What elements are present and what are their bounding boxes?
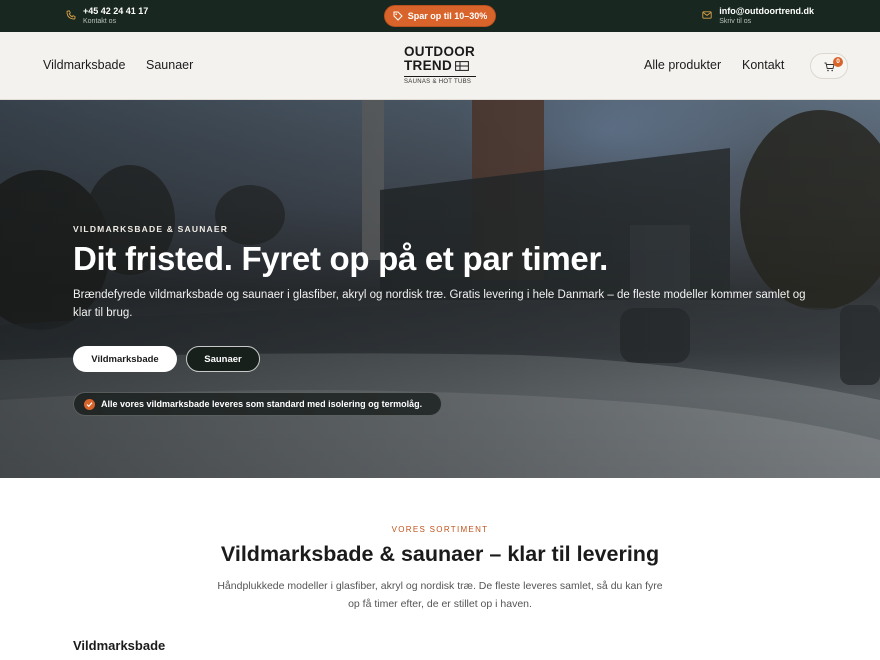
promo-text: Spar op til 10–30%: [407, 11, 488, 21]
logo-line-2: TREND: [404, 58, 452, 73]
hero-button-saunaer[interactable]: Saunaer: [186, 346, 260, 372]
main-nav: Vildmarksbade Saunaer OUTDOOR TREND SAUN…: [0, 32, 880, 100]
email-caption: Skriv til os: [719, 18, 752, 25]
site-logo[interactable]: OUTDOOR TREND SAUNAS & HOT TUBS: [404, 45, 480, 85]
hero-eyebrow: VILDMARKSBADE & SAUNAER: [73, 224, 229, 234]
nav-link-vildmarksbade[interactable]: Vildmarksbade: [43, 58, 125, 72]
section-eyebrow: VORES SORTIMENT: [391, 525, 489, 534]
phone-icon: [66, 10, 76, 20]
phone-number[interactable]: +45 42 24 41 17: [83, 6, 148, 17]
logo-line-1: OUTDOOR: [404, 44, 476, 59]
promo-badge[interactable]: Spar op til 10–30%: [384, 5, 496, 27]
section-title: Vildmarksbade & saunaer – klar til lever…: [220, 542, 660, 566]
logo-tagline: SAUNAS & HOT TUBS: [404, 76, 476, 85]
hero-description: Brændefyrede vildmarksbade og saunaer i …: [73, 289, 806, 319]
contact-phone[interactable]: +45 42 24 41 17 Kontakt os: [66, 6, 148, 26]
phone-caption: Kontakt os: [83, 18, 117, 25]
flag-icon: [455, 61, 469, 71]
nav-link-kontakt[interactable]: Kontakt: [742, 58, 784, 72]
hero-title: Dit fristed. Fyret op på et par timer.: [73, 240, 609, 277]
check-icon: [84, 398, 95, 410]
top-bar: +45 42 24 41 17 Kontakt os Spar op til 1…: [0, 0, 880, 32]
nav-link-alle-produkter[interactable]: Alle produkter: [644, 58, 721, 72]
mail-icon: [702, 11, 712, 19]
hero-banner: VILDMARKSBADE & SAUNAER Dit fristed. Fyr…: [0, 100, 880, 478]
hero-notice-text: Alle vores vildmarksbade leveres som sta…: [101, 399, 423, 409]
section-description: Håndplukkede modeller i glasfiber, akryl…: [217, 580, 663, 610]
contact-email[interactable]: info@outdoortrend.dk Skriv til os: [702, 6, 814, 26]
tag-icon: [393, 11, 403, 21]
category-title: Vildmarksbade: [73, 638, 166, 653]
nav-link-saunaer[interactable]: Saunaer: [146, 58, 193, 72]
hero-button-vildmarksbade[interactable]: Vildmarksbade: [73, 346, 177, 372]
cart-count-badge: 0: [833, 57, 843, 67]
email-address[interactable]: info@outdoortrend.dk: [719, 6, 814, 17]
cart-button[interactable]: 0: [810, 53, 848, 79]
hero-notice: Alle vores vildmarksbade leveres som sta…: [73, 392, 442, 416]
